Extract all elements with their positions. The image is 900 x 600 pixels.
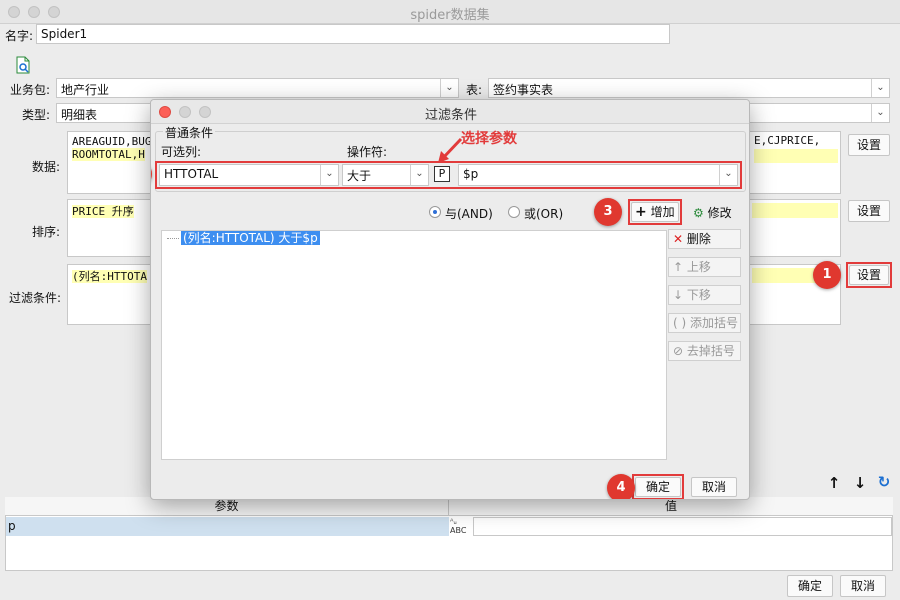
and-label: 与(AND): [445, 207, 493, 221]
modify-label: 修改: [707, 206, 732, 220]
table-select[interactable]: 签约事实表 ⌄: [488, 78, 890, 98]
delete-button[interactable]: ✕ 删除: [668, 229, 741, 249]
plus-icon: +: [635, 204, 647, 220]
package-label: 业务包:: [10, 83, 51, 97]
bracket-icon: ( ): [673, 316, 687, 330]
remove-bracket-icon: ⊘: [673, 344, 684, 358]
window-title: spider数据集: [410, 8, 490, 23]
filter-label: 过滤条件:: [9, 291, 62, 305]
tree-line: [167, 238, 179, 239]
type-label: 类型:: [22, 108, 51, 122]
data-line-1-tail: E,CJPRICE,: [752, 134, 840, 166]
filter-value: (列名:HTTOTA: [72, 270, 147, 283]
dialog-cancel-button[interactable]: 取消: [691, 477, 737, 497]
name-input[interactable]: Spider1: [36, 24, 670, 44]
data-label: 数据:: [32, 160, 61, 174]
arrow-up-icon[interactable]: ↑: [826, 474, 842, 492]
add-button[interactable]: + 增加: [631, 202, 679, 222]
remove-bracket-label: 去掉括号: [686, 344, 735, 358]
param-select[interactable]: $p ⌄: [458, 164, 738, 186]
and-radio[interactable]: [429, 206, 441, 218]
move-down-label: 下移: [686, 288, 711, 302]
chevron-down-icon: ⌄: [320, 165, 338, 185]
chevron-down-icon: ⌄: [410, 165, 428, 185]
condition-item[interactable]: (列名:HTTOTAL) 大于$p: [181, 231, 320, 245]
package-value: 地产行业: [61, 83, 110, 97]
delete-label: 删除: [686, 232, 711, 246]
modify-button[interactable]: ⚙ 修改: [693, 204, 732, 221]
condition-group-title: 普通条件: [163, 124, 216, 141]
column-value: HTTOTAL: [164, 167, 219, 181]
dialog-title: 过滤条件: [424, 108, 477, 123]
arrow-down-icon[interactable]: ↓: [852, 474, 868, 492]
move-down-button[interactable]: ↓ 下移: [668, 285, 741, 305]
step-badge-2: 2: [151, 160, 152, 188]
column-label: 可选列:: [161, 145, 202, 159]
chevron-down-icon: ⌄: [719, 165, 737, 185]
annotation-select-param: 选择参数: [461, 131, 517, 147]
type-value: 明细表: [61, 108, 98, 122]
chevron-down-icon: ⌄: [440, 79, 458, 97]
delete-x-icon: ✕: [673, 232, 684, 246]
operator-label: 操作符:: [347, 145, 388, 159]
param-value: $p: [463, 167, 479, 181]
chevron-down-icon: ⌄: [871, 79, 889, 97]
remove-bracket-button[interactable]: ⊘ 去掉括号: [668, 341, 741, 361]
add-label: 增加: [650, 205, 675, 219]
dialog-titlebar: 过滤条件: [151, 100, 749, 124]
ok-button[interactable]: 确定: [787, 575, 833, 597]
sort-highlight: [752, 203, 838, 218]
condition-list[interactable]: [161, 230, 667, 460]
param-toggle-icon[interactable]: P: [434, 166, 450, 182]
operator-select[interactable]: 大于 ⌄: [342, 164, 429, 186]
add-bracket-button[interactable]: ( ) 添加括号: [668, 313, 741, 333]
add-bracket-label: 添加括号: [690, 316, 739, 330]
refresh-icon[interactable]: ↻: [876, 473, 892, 491]
filter-dialog: 过滤条件 普通条件 可选列: 操作符: HTTOTAL ⌄ 大于 ⌄ P $p …: [150, 99, 750, 500]
step-badge-4: 4: [607, 474, 635, 499]
or-radio[interactable]: [508, 206, 520, 218]
cancel-button[interactable]: 取消: [840, 575, 886, 597]
abc-type-icon[interactable]: ᴬᵤ ABC: [450, 517, 472, 536]
params-row-value[interactable]: [473, 517, 892, 536]
table-value: 签约事实表: [493, 83, 554, 97]
filter-settings-button[interactable]: 设置: [849, 265, 889, 285]
data-line-2: ROOMTOTAL,H: [72, 148, 145, 161]
edit-gear-icon: ⚙: [693, 206, 704, 220]
arrow-down-icon: ↓: [673, 288, 684, 302]
data-line-2-highlight: [754, 149, 838, 163]
package-select[interactable]: 地产行业 ⌄: [56, 78, 459, 98]
step-badge-1: 1: [813, 261, 841, 289]
data-settings-button[interactable]: 设置: [848, 134, 890, 156]
annotation-arrow-icon: [438, 137, 463, 163]
name-label: 名字:: [5, 29, 34, 43]
table-label: 表:: [466, 83, 483, 97]
params-row-param[interactable]: p: [6, 517, 449, 536]
chevron-down-icon: ⌄: [871, 104, 889, 122]
preview-icon[interactable]: [15, 56, 31, 74]
sort-label: 排序:: [32, 225, 61, 239]
arrow-up-icon: ↑: [673, 260, 684, 274]
operator-value: 大于: [347, 169, 372, 183]
move-up-label: 上移: [686, 260, 711, 274]
column-select[interactable]: HTTOTAL ⌄: [159, 164, 339, 186]
step-badge-3: 3: [594, 198, 622, 226]
or-label: 或(OR): [524, 207, 564, 221]
sort-value: PRICE 升序: [72, 205, 134, 218]
dialog-ok-button[interactable]: 确定: [635, 477, 681, 497]
sort-settings-button[interactable]: 设置: [848, 200, 890, 222]
move-up-button[interactable]: ↑ 上移: [668, 257, 741, 277]
